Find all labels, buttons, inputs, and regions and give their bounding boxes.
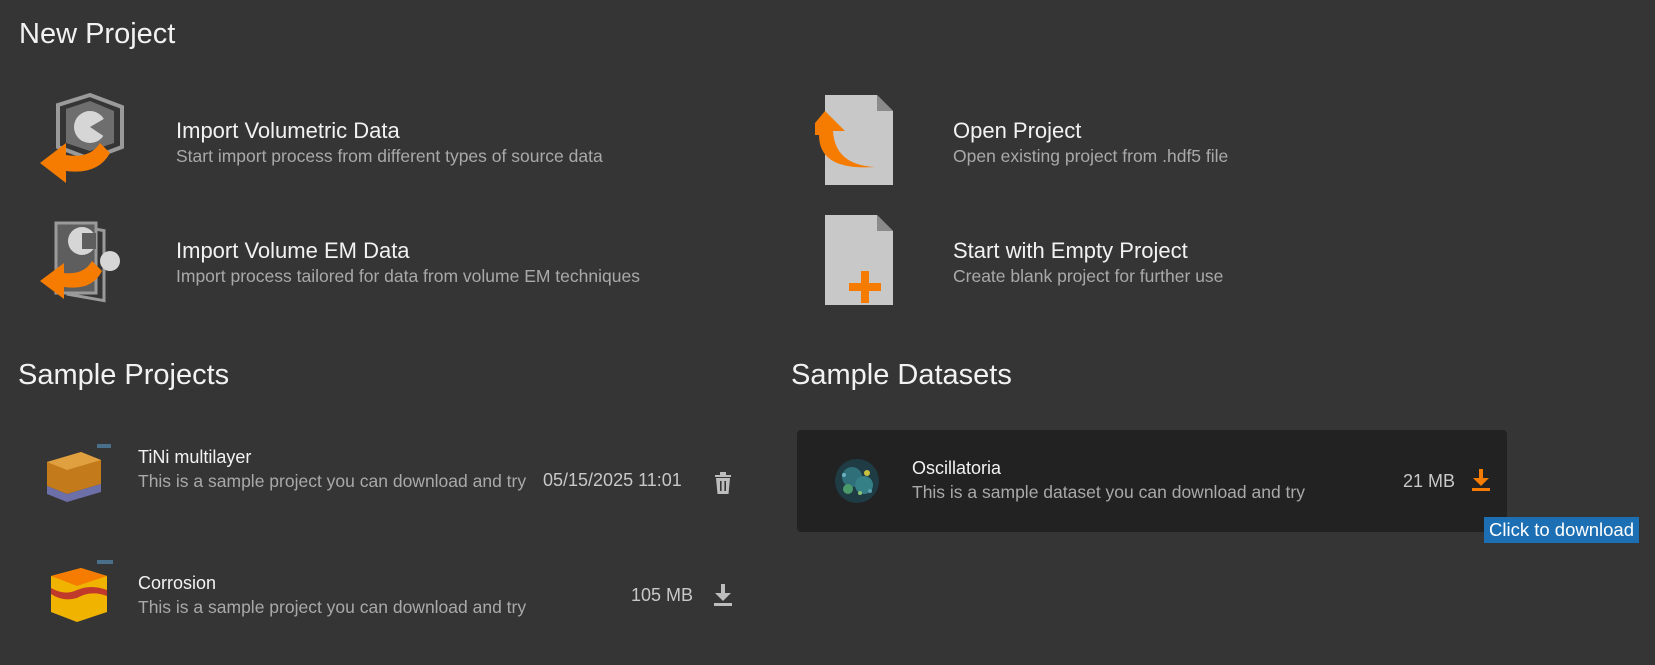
dataset-card-oscillatoria[interactable]: Oscillatoria This is a sample dataset yo… (797, 430, 1507, 532)
action-title: Open Project (953, 118, 1082, 143)
download-tooltip: Click to download (1484, 517, 1639, 543)
action-title: Import Volume EM Data (176, 238, 410, 263)
action-subtitle: Start import process from different type… (176, 146, 603, 166)
action-title: Import Volumetric Data (176, 118, 400, 143)
sample-title: TiNi multilayer (138, 447, 252, 467)
new-project-heading: New Project (19, 18, 176, 50)
sample-date: 05/15/2025 11:01 (543, 470, 682, 490)
import-em-icon (38, 213, 138, 313)
action-subtitle: Create blank project for further use (953, 266, 1224, 286)
open-project-button[interactable]: Open Project Open existing project from … (805, 93, 1229, 193)
sample-subtitle: This is a sample project you can downloa… (138, 471, 527, 491)
dataset-title: Oscillatoria (912, 458, 1002, 478)
action-subtitle: Import process tailored for data from vo… (176, 266, 640, 286)
import-volumetric-icon (38, 92, 138, 193)
download-icon[interactable] (710, 581, 736, 607)
trash-icon[interactable] (710, 470, 736, 496)
new-file-icon (815, 213, 915, 313)
oscillatoria-thumbnail (822, 445, 892, 515)
start-empty-project-button[interactable]: Start with Empty Project Create blank pr… (815, 213, 1223, 313)
import-volume-em-data-button[interactable]: Import Volume EM Data Import process tai… (38, 213, 640, 313)
sample-project-tini[interactable]: TiNi multilayer This is a sample project… (138, 445, 528, 494)
sample-project-corrosion[interactable]: Corrosion This is a sample project you c… (138, 571, 568, 620)
tini-multilayer-thumbnail (41, 444, 111, 514)
open-file-icon (805, 93, 915, 193)
sample-datasets-heading: Sample Datasets (791, 359, 1012, 391)
dataset-text: Oscillatoria This is a sample dataset yo… (912, 456, 1305, 505)
dataset-size: 21 MB (1403, 471, 1456, 491)
dataset-subtitle: This is a sample dataset you can downloa… (912, 482, 1305, 502)
action-title: Start with Empty Project (953, 238, 1188, 263)
action-subtitle: Open existing project from .hdf5 file (953, 146, 1229, 166)
sample-title: Corrosion (138, 573, 217, 593)
sample-subtitle: This is a sample project you can downloa… (138, 597, 527, 617)
download-icon[interactable] (1468, 466, 1494, 492)
corrosion-thumbnail (45, 560, 115, 630)
sample-projects-heading: Sample Projects (18, 359, 230, 391)
import-volumetric-data-button[interactable]: Import Volumetric Data Start import proc… (38, 92, 603, 193)
sample-size: 105 MB (631, 585, 694, 605)
